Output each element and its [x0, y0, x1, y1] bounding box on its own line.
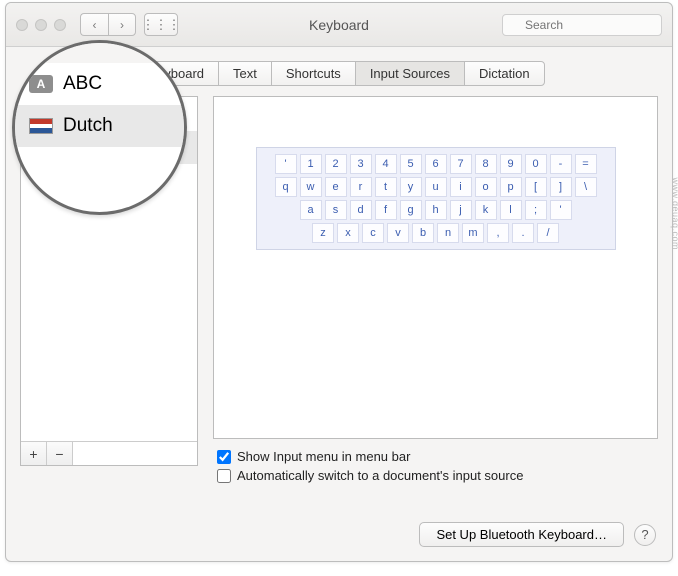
key: 8 [475, 154, 497, 174]
key: 6 [425, 154, 447, 174]
content-area: A ABC Dutch + − '1234567890-= qwertyuiop… [6, 86, 672, 483]
key: = [575, 154, 597, 174]
titlebar: ‹ › ⋮⋮⋮ Keyboard ⌕ [6, 3, 672, 47]
source-label: ABC [65, 106, 96, 123]
key: k [475, 200, 497, 220]
key: c [362, 223, 384, 243]
auto-switch-checkbox[interactable] [217, 469, 231, 483]
nav-segment: ‹ › [80, 13, 136, 36]
key: e [325, 177, 347, 197]
show-input-menu-checkbox[interactable] [217, 450, 231, 464]
zoom-traffic-light[interactable] [54, 19, 66, 31]
key: 5 [400, 154, 422, 174]
show-input-menu-option[interactable]: Show Input menu in menu bar [217, 449, 658, 464]
input-source-list[interactable]: A ABC Dutch [21, 97, 197, 441]
abc-badge-icon: A [31, 105, 55, 123]
key: - [550, 154, 572, 174]
key: n [437, 223, 459, 243]
key: q [275, 177, 297, 197]
bluetooth-keyboard-button[interactable]: Set Up Bluetooth Keyboard… [419, 522, 624, 547]
key: z [312, 223, 334, 243]
key: y [400, 177, 422, 197]
tab-keyboard[interactable]: Keyboard [133, 61, 218, 86]
source-abc[interactable]: A ABC [21, 97, 197, 131]
remove-source-button[interactable]: − [47, 442, 73, 465]
window-controls [16, 19, 66, 31]
auto-switch-option[interactable]: Automatically switch to a document's inp… [217, 468, 658, 483]
key: t [375, 177, 397, 197]
preferences-window: ‹ › ⋮⋮⋮ Keyboard ⌕ Keyboard Text Shortcu… [5, 2, 673, 562]
key: p [500, 177, 522, 197]
key: ] [550, 177, 572, 197]
key: b [412, 223, 434, 243]
tab-input-sources[interactable]: Input Sources [355, 61, 464, 86]
key: s [325, 200, 347, 220]
key: 9 [500, 154, 522, 174]
footer: Set Up Bluetooth Keyboard… ? [419, 522, 656, 547]
key: [ [525, 177, 547, 197]
key: m [462, 223, 484, 243]
key: f [375, 200, 397, 220]
tab-dictation[interactable]: Dictation [464, 61, 545, 86]
right-pane: '1234567890-= qwertyuiop[]\ asdfghjkl;' … [213, 96, 658, 483]
key: . [512, 223, 534, 243]
source-dutch[interactable]: Dutch [21, 131, 197, 164]
tab-shortcuts[interactable]: Shortcuts [271, 61, 355, 86]
input-source-sidebar: A ABC Dutch + − [20, 96, 198, 466]
auto-switch-label: Automatically switch to a document's inp… [237, 468, 523, 483]
key: , [487, 223, 509, 243]
key: 2 [325, 154, 347, 174]
key: l [500, 200, 522, 220]
tab-text[interactable]: Text [218, 61, 271, 86]
key: i [450, 177, 472, 197]
layout-preview: '1234567890-= qwertyuiop[]\ asdfghjkl;' … [213, 96, 658, 439]
minimize-traffic-light[interactable] [35, 19, 47, 31]
key: r [350, 177, 372, 197]
add-remove-bar: + − [21, 441, 197, 465]
key: ' [550, 200, 572, 220]
key: o [475, 177, 497, 197]
key: ; [525, 200, 547, 220]
key: \ [575, 177, 597, 197]
watermark: www.deuaq.com [671, 177, 678, 250]
key: g [400, 200, 422, 220]
help-button[interactable]: ? [634, 524, 656, 546]
key: v [387, 223, 409, 243]
key: 1 [300, 154, 322, 174]
key: h [425, 200, 447, 220]
key: 7 [450, 154, 472, 174]
key: 3 [350, 154, 372, 174]
close-traffic-light[interactable] [16, 19, 28, 31]
key: d [350, 200, 372, 220]
key: w [300, 177, 322, 197]
search-input[interactable] [502, 14, 662, 36]
keyboard-layout: '1234567890-= qwertyuiop[]\ asdfghjkl;' … [256, 147, 616, 250]
key: j [450, 200, 472, 220]
key: 4 [375, 154, 397, 174]
options: Show Input menu in menu bar Automaticall… [213, 449, 658, 483]
key: a [300, 200, 322, 220]
key: ' [275, 154, 297, 174]
forward-button[interactable]: › [108, 13, 136, 36]
key: u [425, 177, 447, 197]
show-all-button[interactable]: ⋮⋮⋮ [144, 13, 178, 36]
source-label: Dutch [65, 139, 104, 156]
key: 0 [525, 154, 547, 174]
key: x [337, 223, 359, 243]
add-source-button[interactable]: + [21, 442, 47, 465]
nl-flag-icon [31, 140, 55, 156]
key: / [537, 223, 559, 243]
back-button[interactable]: ‹ [80, 13, 108, 36]
show-input-menu-label: Show Input menu in menu bar [237, 449, 410, 464]
tab-bar: Keyboard Text Shortcuts Input Sources Di… [6, 61, 672, 86]
